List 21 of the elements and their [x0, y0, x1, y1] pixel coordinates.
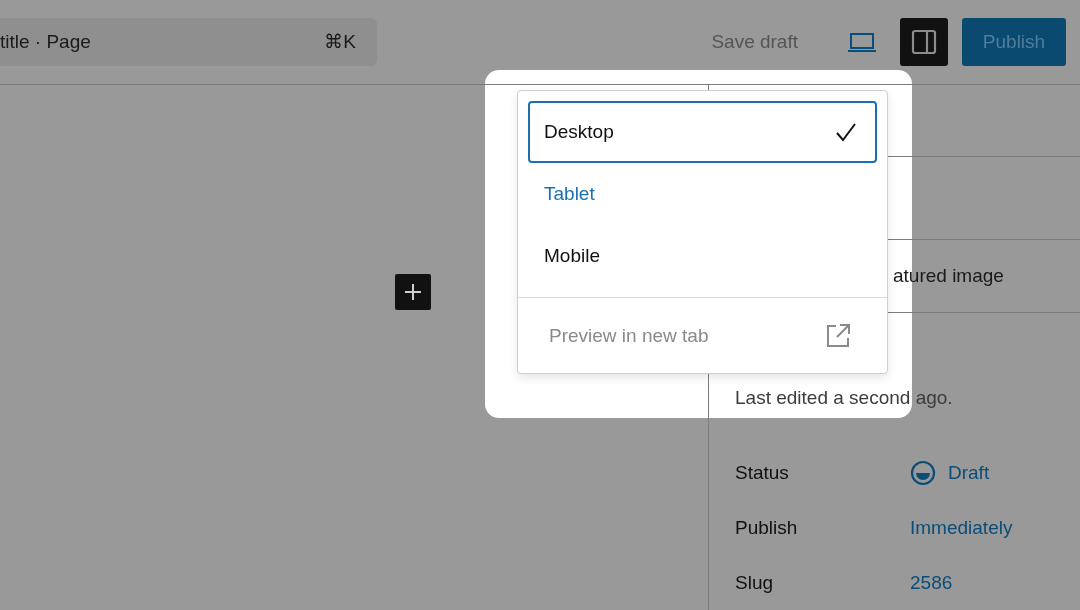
field-value-link[interactable]: 2586 — [910, 571, 953, 594]
laptop-icon — [847, 30, 877, 53]
field-value-link[interactable]: Draft — [910, 459, 990, 486]
sidebar-toggle-button[interactable] — [900, 17, 948, 66]
last-edited-text: Last edited a second ago. — [735, 387, 953, 408]
document-title: title · Page — [0, 30, 91, 53]
half-circle-icon — [910, 459, 936, 486]
publish-button[interactable]: Publish — [962, 17, 1066, 66]
shortcut-hint: ⌘K — [324, 30, 356, 53]
add-block-button[interactable] — [395, 274, 431, 310]
save-draft-button[interactable]: Save draft — [711, 30, 798, 53]
sidebar-panel-icon — [911, 28, 937, 55]
plus-icon — [404, 283, 422, 301]
menu-item[interactable]: Desktop — [528, 101, 877, 163]
field-label: Publish — [735, 516, 799, 539]
external-link-icon — [825, 322, 851, 349]
checkmark-icon — [835, 122, 857, 142]
field-label: Status — [735, 461, 790, 484]
command-bar[interactable]: title · Page ⌘K — [0, 17, 377, 66]
field-label: Slug — [735, 571, 775, 594]
field-value-link[interactable]: Immediately — [910, 516, 1013, 539]
